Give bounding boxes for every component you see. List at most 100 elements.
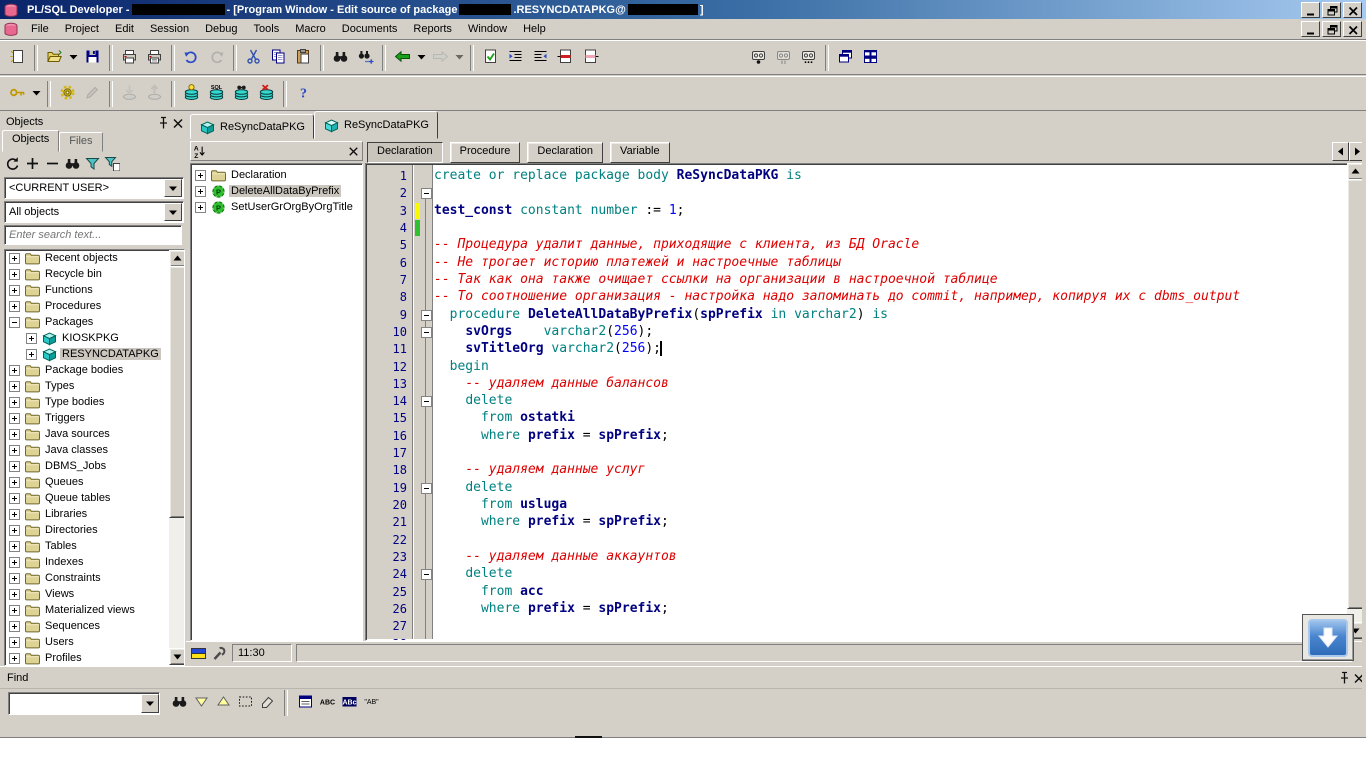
find-db-objects-button[interactable] [229, 81, 254, 107]
menu-edit[interactable]: Edit [107, 20, 142, 39]
tree-item-java-sources[interactable]: Java sources [5, 426, 184, 442]
tree-item-functions[interactable]: Functions [5, 282, 184, 298]
scroll-left-icon[interactable] [1332, 142, 1349, 161]
code-line[interactable]: -- удаляем данные балансов [434, 375, 669, 392]
window-tile-button[interactable] [858, 45, 883, 71]
new-sql-window-button[interactable] [179, 81, 204, 107]
expand-toggle-icon[interactable] [9, 253, 20, 264]
code-line[interactable]: svTitleOrg varchar2(256); [434, 340, 661, 357]
pin-icon[interactable] [155, 115, 170, 129]
expand-toggle-icon[interactable] [9, 621, 20, 632]
expand-toggle-icon[interactable] [9, 461, 20, 472]
save-button[interactable] [80, 45, 105, 71]
chevron-down-icon[interactable] [164, 203, 182, 221]
selection-only-toggle[interactable] [236, 695, 254, 712]
code-line[interactable]: -- Процедура удалит данные, приходящие с… [434, 236, 919, 253]
scroll-down-icon[interactable] [169, 648, 185, 665]
tree-item-type-bodies[interactable]: Type bodies [5, 394, 184, 410]
tree-item-kioskpkg[interactable]: KIOSKPKG [5, 330, 184, 346]
expand-toggle-icon[interactable] [9, 445, 20, 456]
object-search-input[interactable] [4, 225, 182, 245]
tree-item-deletealldatabyprefix[interactable]: PDeleteAllDataByPrefix [191, 183, 362, 199]
sort-az-icon[interactable]: AZ [192, 144, 207, 158]
code-line[interactable]: from ostatki [434, 409, 575, 426]
chevron-down-icon[interactable] [164, 179, 182, 197]
navigate-back-button[interactable] [390, 45, 415, 71]
scrollbar-thumb[interactable] [169, 266, 185, 518]
code-line[interactable]: where prefix = spPrefix; [434, 600, 669, 617]
menu-project[interactable]: Project [57, 20, 107, 39]
tree-item-tables[interactable]: Tables [5, 538, 184, 554]
window-restore-button[interactable] [1322, 2, 1341, 18]
clear-button[interactable] [258, 695, 276, 712]
expand-toggle-icon[interactable] [9, 637, 20, 648]
tree-item-sequences[interactable]: Sequences [5, 618, 184, 634]
objects-tree-scrollbar[interactable] [169, 250, 184, 665]
tree-item-java-classes[interactable]: Java classes [5, 442, 184, 458]
menu-macro[interactable]: Macro [287, 20, 334, 39]
tree-item-libraries[interactable]: Libraries [5, 506, 184, 522]
expand-toggle-icon[interactable] [9, 365, 20, 376]
tree-item-packages[interactable]: Packages [5, 314, 184, 330]
menu-documents[interactable]: Documents [334, 20, 406, 39]
case-sensitive-toggle[interactable]: ABC [318, 695, 336, 712]
panel-tab-objects[interactable]: Objects [2, 130, 59, 152]
expand-toggle-icon[interactable] [9, 509, 20, 520]
code-line[interactable]: -- Так как она также очищает ссылки на о… [434, 271, 998, 288]
sql-window-button[interactable]: SQL [204, 81, 229, 107]
expand-toggle-icon[interactable] [195, 186, 206, 197]
tree-item-types[interactable]: Types [5, 378, 184, 394]
refresh-session-button[interactable] [254, 81, 279, 107]
document-minimize-button[interactable] [1301, 21, 1320, 37]
expand-toggle-icon[interactable] [9, 541, 20, 552]
structure-tree[interactable]: DeclarationPDeleteAllDataByPrefixPSetUse… [190, 163, 363, 641]
expand-toggle-icon[interactable] [9, 381, 20, 392]
find-button[interactable] [328, 45, 353, 71]
expand-toggle-icon[interactable] [9, 429, 20, 440]
expand-toggle-icon[interactable] [9, 493, 20, 504]
fold-collapse-icon[interactable] [421, 396, 432, 407]
indent-button[interactable] [503, 45, 528, 71]
fold-collapse-icon[interactable] [421, 310, 432, 321]
expand-toggle-icon[interactable] [26, 349, 37, 360]
refresh-tree-button[interactable] [4, 157, 19, 171]
code-line[interactable]: delete [434, 565, 512, 582]
expand-node-button[interactable] [24, 157, 39, 171]
filter-button[interactable] [84, 157, 99, 171]
navigate-back-dropdown[interactable] [415, 45, 428, 71]
editor-scrollbar[interactable] [1347, 163, 1362, 639]
expand-toggle-icon[interactable] [9, 477, 20, 488]
object-filter-select[interactable]: All objects [4, 201, 184, 223]
window-close-button[interactable] [1343, 2, 1362, 18]
expand-toggle-icon[interactable] [9, 589, 20, 600]
objects-tree[interactable]: Recent objectsRecycle binFunctionsProced… [4, 249, 185, 666]
preferences-button[interactable] [55, 81, 80, 107]
schema-select[interactable]: <CURRENT USER> [4, 177, 184, 199]
undo-button[interactable] [179, 45, 204, 71]
new-document-button[interactable] [5, 45, 30, 71]
download-update-button[interactable] [1302, 614, 1354, 661]
section-button-variable-3[interactable]: Variable [610, 142, 670, 163]
expand-toggle-icon[interactable] [9, 413, 20, 424]
expand-toggle-icon[interactable] [9, 605, 20, 616]
fold-collapse-icon[interactable] [421, 188, 432, 199]
section-button-procedure-1[interactable]: Procedure [450, 142, 521, 163]
find-object-button[interactable] [64, 157, 79, 171]
fold-collapse-icon[interactable] [421, 327, 432, 338]
code-line[interactable]: svOrgs varchar2(256); [434, 323, 653, 340]
expand-toggle-icon[interactable] [9, 317, 20, 328]
macro-record-button[interactable] [746, 45, 771, 71]
tree-item-declaration[interactable]: Declaration [191, 167, 362, 183]
tree-item-queue-tables[interactable]: Queue tables [5, 490, 184, 506]
print-setup-button[interactable] [142, 45, 167, 71]
document-close-button[interactable] [1343, 21, 1362, 37]
open-file-button[interactable] [42, 45, 67, 71]
code-line[interactable]: where prefix = spPrefix; [434, 427, 669, 444]
menu-reports[interactable]: Reports [405, 20, 460, 39]
code-line[interactable]: delete [434, 479, 512, 496]
tree-item-users[interactable]: Users [5, 634, 184, 650]
document-tab-1[interactable]: ReSyncDataPKG [190, 114, 314, 139]
tree-item-directories[interactable]: Directories [5, 522, 184, 538]
code-editor[interactable]: 1234567891011121314151617181920212223242… [365, 163, 1349, 641]
menu-tools[interactable]: Tools [246, 20, 288, 39]
